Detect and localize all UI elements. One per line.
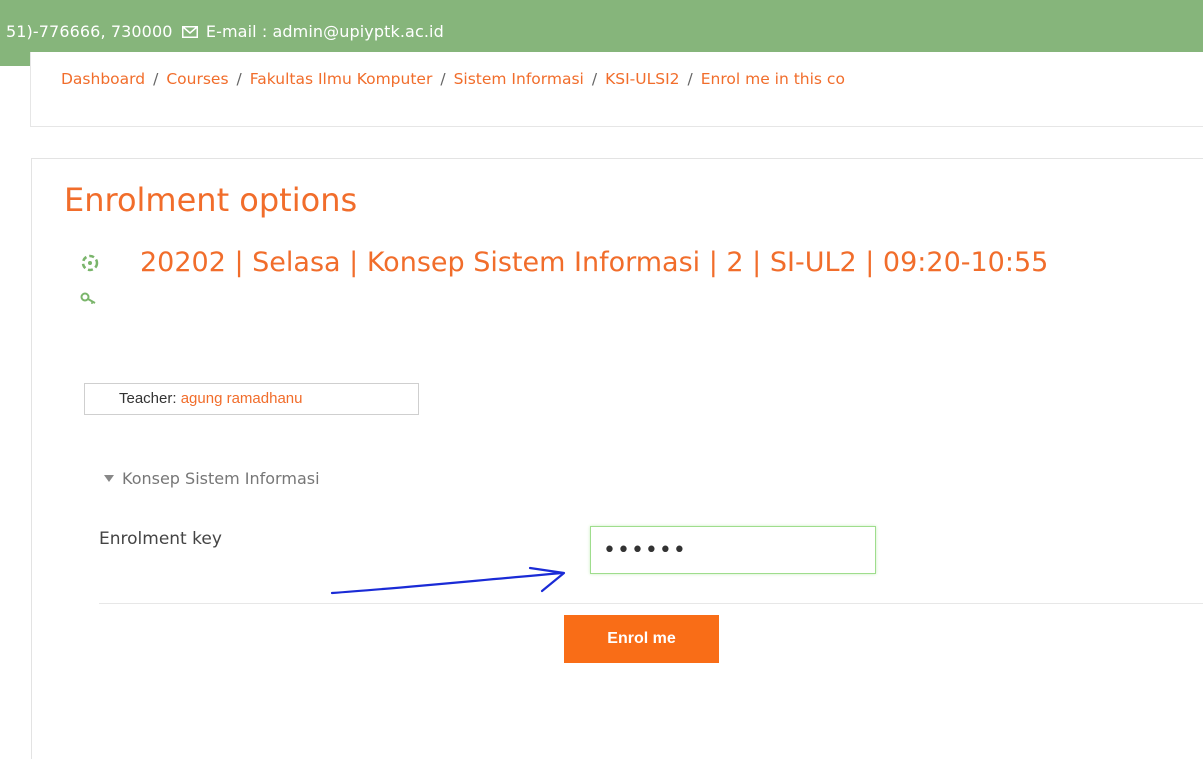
breadcrumb-item-courses[interactable]: Courses [166, 70, 228, 88]
teacher-colon: : [172, 390, 181, 407]
breadcrumb-separator: / [687, 70, 693, 88]
teacher-label: Teacher [119, 390, 173, 407]
breadcrumb-separator: / [236, 70, 242, 88]
breadcrumb-item-faculty[interactable]: Fakultas Ilmu Komputer [250, 70, 433, 88]
breadcrumb: Dashboard / Courses / Fakultas Ilmu Komputer… [61, 70, 845, 88]
breadcrumb-separator: / [440, 70, 446, 88]
breadcrumb-separator: / [153, 70, 159, 88]
section-toggle[interactable]: Konsep Sistem Informasi [104, 469, 320, 488]
breadcrumb-item-dashboard[interactable]: Dashboard [61, 70, 145, 88]
breadcrumb-item-course[interactable]: KSI-ULSI2 [605, 70, 679, 88]
enrol-me-button[interactable]: Enrol me [564, 615, 719, 663]
form-divider [99, 603, 1203, 604]
enrolment-card: Enrolment options 20202 | Selasa | Konse… [31, 158, 1203, 759]
breadcrumb-item-department[interactable]: Sistem Informasi [454, 70, 584, 88]
handwritten-arrow-annotation [330, 566, 566, 595]
course-name-link[interactable]: 20202 | Selasa | Konsep Sistem Informasi… [140, 247, 1048, 278]
page-title: Enrolment options [64, 181, 358, 219]
breadcrumb-container: Dashboard / Courses / Fakultas Ilmu Komputer… [30, 52, 1203, 127]
section-title: Konsep Sistem Informasi [122, 469, 320, 488]
teacher-info: Teacher: agung ramadhanu [84, 383, 419, 415]
contact-info: 51)-776666, 730000 E-mail : admin@upiypt… [6, 22, 444, 41]
email-text: E-mail : admin@upiyptk.ac.id [205, 22, 444, 41]
phone-text: 51)-776666, 730000 [6, 22, 173, 41]
course-icon [81, 254, 99, 272]
mail-icon [181, 26, 198, 38]
key-icon [80, 292, 96, 304]
teacher-name-link[interactable]: agung ramadhanu [181, 390, 303, 407]
breadcrumb-separator: / [591, 70, 598, 88]
enrolment-key-label: Enrolment key [99, 529, 222, 549]
breadcrumb-item-enrol[interactable]: Enrol me in this co [701, 70, 845, 88]
enrolment-key-input[interactable] [590, 526, 876, 574]
expand-triangle-icon [104, 475, 114, 482]
